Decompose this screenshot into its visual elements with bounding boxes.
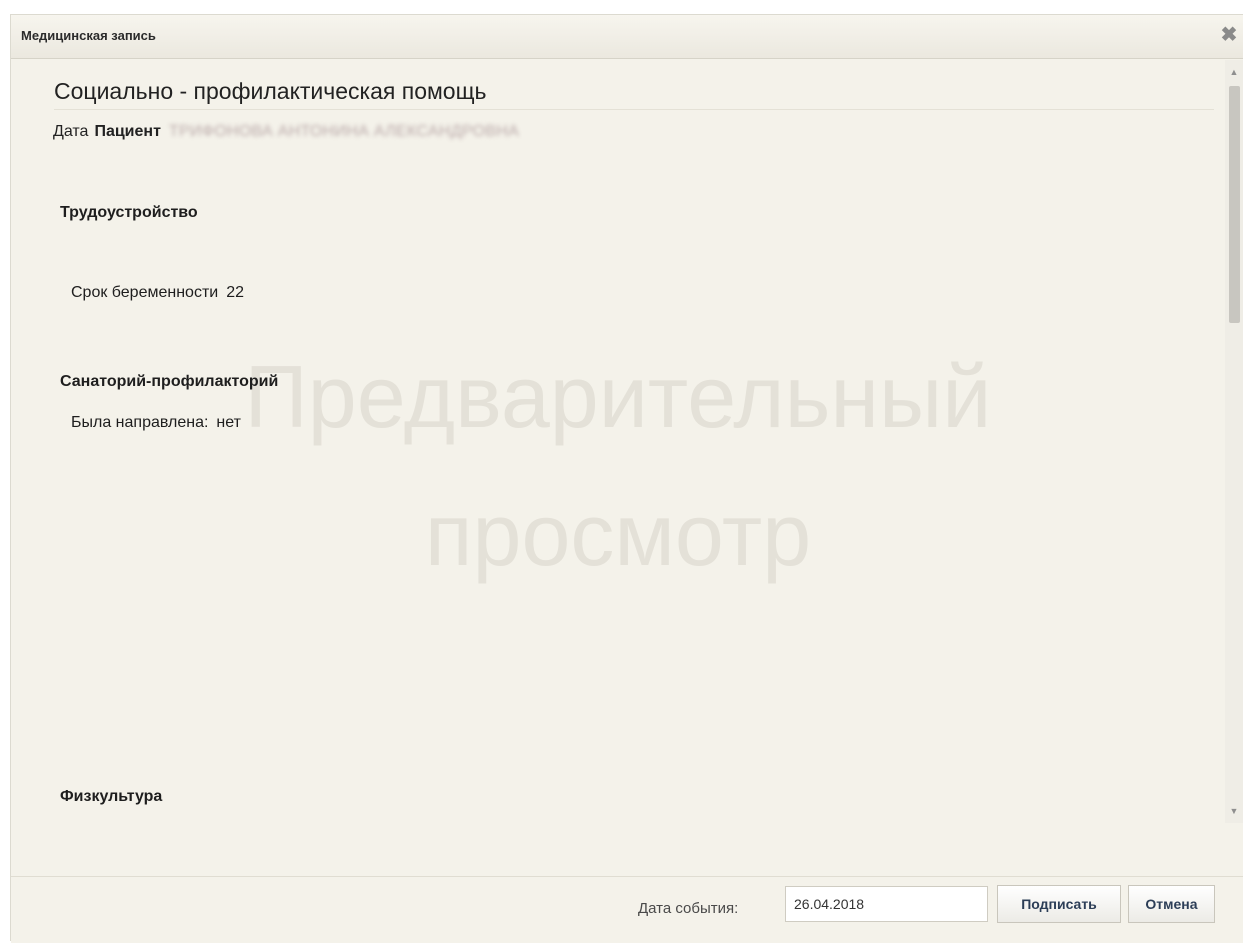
dialog-footer: Дата события: Подписать Отмена — [11, 876, 1243, 943]
pregnancy-term-field: Срок беременности 22 — [71, 284, 244, 302]
section-heading-employment: Трудоустройство — [60, 204, 198, 221]
scroll-up-icon[interactable]: ▲ — [1225, 64, 1243, 80]
patient-name: ТРИФОНОВА АНТОНИНА АЛЕКСАНДРОВНА — [168, 123, 520, 140]
cancel-button[interactable]: Отмена — [1128, 885, 1215, 923]
scroll-down-icon[interactable]: ▼ — [1225, 803, 1243, 819]
scrollbar-thumb[interactable] — [1229, 86, 1240, 323]
section-heading-physical: Физкультура — [60, 788, 163, 805]
section-heading-sanatorium: Санаторий-профилакторий — [60, 373, 279, 390]
medical-record-dialog: Медицинская запись ✖ Предварительный про… — [10, 14, 1243, 943]
record-content[interactable]: Предварительный просмотр Социально - про… — [12, 60, 1224, 823]
vertical-scrollbar[interactable]: ▲ ▼ — [1225, 60, 1243, 823]
event-date-input[interactable] — [785, 886, 988, 922]
referral-value: нет — [216, 414, 241, 431]
dialog-title: Медицинская запись — [21, 28, 156, 43]
pregnancy-term-value: 22 — [226, 284, 245, 301]
close-icon[interactable]: ✖ — [1219, 25, 1239, 45]
referral-field: Была направлена: нет — [71, 414, 241, 432]
record-title: Социально - профилактическая помощь — [54, 78, 1214, 110]
referral-label: Была направлена: — [71, 414, 209, 431]
date-label: Дата — [53, 123, 89, 140]
watermark-line-1: Предварительный — [244, 347, 992, 446]
patient-line: Дата Пациент ТРИФОНОВА АНТОНИНА АЛЕКСАНДРО… — [53, 123, 519, 141]
dialog-titlebar: Медицинская запись ✖ — [11, 15, 1243, 59]
watermark-line-2: просмотр — [424, 485, 812, 584]
pregnancy-term-label: Срок беременности — [71, 284, 219, 301]
event-date-label: Дата события: — [638, 900, 739, 917]
sign-button[interactable]: Подписать — [997, 885, 1121, 923]
patient-label: Пациент — [94, 123, 161, 140]
